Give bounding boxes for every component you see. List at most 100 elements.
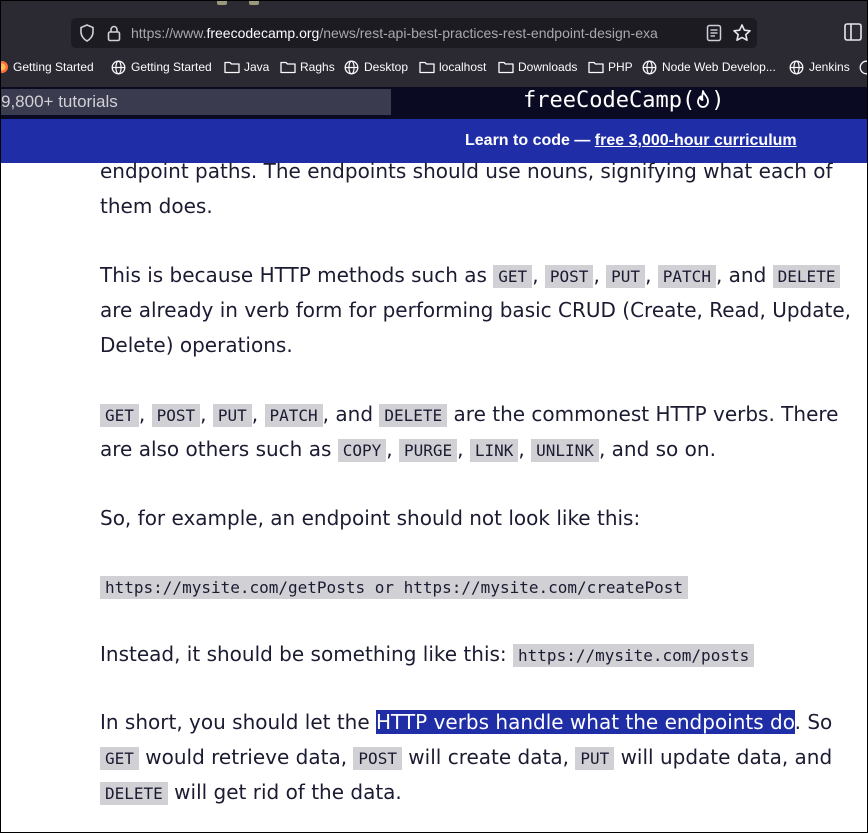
paragraph-line: DELETE will get rid of the data. <box>100 775 402 811</box>
globe-icon <box>789 60 804 75</box>
bookmark-star-icon[interactable] <box>732 23 752 43</box>
reader-view-icon[interactable] <box>706 24 722 42</box>
freecodecamp-logo[interactable]: freeCodeCamp() <box>523 88 724 113</box>
paragraph-line: GET, POST, PUT, PATCH, and DELETE are th… <box>100 397 838 433</box>
text-span: , <box>593 263 600 287</box>
code-copy: COPY <box>337 439 387 462</box>
text-span: , <box>645 263 652 287</box>
globe-icon <box>859 60 867 75</box>
browser-toolbar: https://www.freecodecamp.org/news/rest-a… <box>1 1 867 87</box>
text-span: will get rid of the data. <box>167 780 402 804</box>
bookmark-label: Downloads <box>518 60 578 74</box>
logo-close: ) <box>711 88 725 113</box>
bookmark-label: Jenkins <box>809 60 850 74</box>
code-delete: DELETE <box>379 404 448 427</box>
url-text[interactable]: https://www.freecodecamp.org/news/rest-a… <box>131 25 703 41</box>
tab-stub <box>249 1 259 5</box>
code-bad-example: https://mysite.com/getPosts or https://m… <box>100 576 688 599</box>
paragraph-line: In short, you should let the HTTP verbs … <box>100 705 832 740</box>
globe-icon <box>344 60 359 75</box>
lock-icon[interactable] <box>107 24 121 42</box>
shield-icon[interactable] <box>79 24 95 42</box>
url-prefix: https://www. <box>131 25 207 41</box>
bookmark-label: Getting Started <box>13 60 94 74</box>
text-span: , and <box>715 263 773 287</box>
code-put: PUT <box>575 747 615 770</box>
code-delete: DELETE <box>100 782 168 805</box>
code-purge: PURGE <box>399 439 458 462</box>
paragraph-line: are also others such as COPY, PURGE, LIN… <box>100 432 716 468</box>
code-put: PUT <box>212 404 252 427</box>
tab-stub <box>217 1 227 5</box>
code-get: GET <box>493 265 533 288</box>
text-span: , <box>532 263 539 287</box>
bookmark-label: PHP <box>608 60 633 74</box>
sidebar-frame-icon[interactable] <box>843 18 863 46</box>
globe-icon <box>642 60 657 75</box>
folder-icon <box>224 61 240 74</box>
selected-text[interactable]: HTTP verbs handle what the endpoints do <box>376 710 795 734</box>
globe-icon <box>111 60 126 75</box>
code-unlink: UNLINK <box>531 439 599 462</box>
code-post: POST <box>151 404 201 427</box>
code-put: PUT <box>606 265 646 288</box>
paragraph-line: Instead, it should be something like thi… <box>100 637 755 673</box>
paragraph-line: This is because HTTP methods such as GET… <box>100 258 841 294</box>
paragraph-line: endpoint paths. The endpoints should use… <box>100 159 833 183</box>
text-span: will update data, and <box>614 745 833 769</box>
paragraph-line: them does. <box>100 194 213 218</box>
text-span: are also others such as <box>100 437 338 461</box>
url-path: /news/rest-api-best-practices-rest-endpo… <box>319 25 658 41</box>
folder-icon <box>280 61 296 74</box>
bookmark-label: localhost <box>439 60 487 74</box>
code-get: GET <box>100 747 139 770</box>
site-header: 9,800+ tutorials freeCodeCamp() <box>1 87 867 119</box>
text-span: will create data, <box>401 745 576 769</box>
search-placeholder: 9,800+ tutorials <box>1 92 118 111</box>
banner-text: Learn to code — free 3,000-hour curricul… <box>465 132 797 150</box>
url-host: freecodecamp.org <box>206 25 320 41</box>
text-span: This is because HTTP methods such as <box>100 263 494 287</box>
text-span: , and so on. <box>598 437 716 461</box>
code-post: POST <box>353 747 402 770</box>
bookmark-label: Desktop <box>364 60 409 74</box>
firefox-icon <box>1 61 8 73</box>
code-patch: PATCH <box>264 404 323 427</box>
text-span: , <box>386 437 393 461</box>
curriculum-link[interactable]: free 3,000-hour curriculum <box>595 132 797 149</box>
paragraph-line: Delete) operations. <box>100 333 293 357</box>
code-line: https://mysite.com/getPosts or https://m… <box>100 569 688 605</box>
text-span: , <box>200 402 207 426</box>
code-get: GET <box>100 404 139 427</box>
folder-icon <box>419 61 435 74</box>
search-input[interactable]: 9,800+ tutorials <box>1 89 391 115</box>
browser-window: https://www.freecodecamp.org/news/rest-a… <box>0 0 868 833</box>
code-post: POST <box>544 265 594 288</box>
text-span: would retrieve data, <box>138 745 354 769</box>
paragraph-line: So, for example, an endpoint should not … <box>100 506 641 530</box>
bookmark-label: Node Web Develop... <box>662 60 776 74</box>
banner-prefix: Learn to code — <box>465 132 595 149</box>
code-link: LINK <box>469 439 519 462</box>
flame-icon <box>697 90 710 108</box>
text-span: In short, you should let the <box>100 710 377 734</box>
text-span: , <box>518 437 525 461</box>
text-span: Instead, it should be something like thi… <box>100 642 514 666</box>
bookmark-label: Java <box>244 60 270 74</box>
code-patch: PATCH <box>657 265 716 288</box>
text-span: , <box>251 402 259 426</box>
paragraph-line: are already in verb form for performing … <box>100 298 852 322</box>
folder-icon <box>498 61 514 74</box>
address-bar[interactable]: https://www.freecodecamp.org/news/rest-a… <box>71 18 757 48</box>
code-good-example: https://mysite.com/posts <box>513 644 755 667</box>
folder-icon <box>588 61 604 74</box>
code-delete: DELETE <box>772 265 841 288</box>
logo-text: freeCodeCamp( <box>523 88 696 113</box>
bookmark-label: Getting Started <box>131 60 212 74</box>
paragraph-line: GET would retrieve data, POST will creat… <box>100 740 832 776</box>
text-span: , and <box>322 402 380 426</box>
bookmark-label: Raghs <box>300 60 335 74</box>
text-span: . So <box>794 710 833 734</box>
text-span: , <box>457 437 464 461</box>
text-span: are the commonest HTTP verbs. There <box>447 402 839 426</box>
